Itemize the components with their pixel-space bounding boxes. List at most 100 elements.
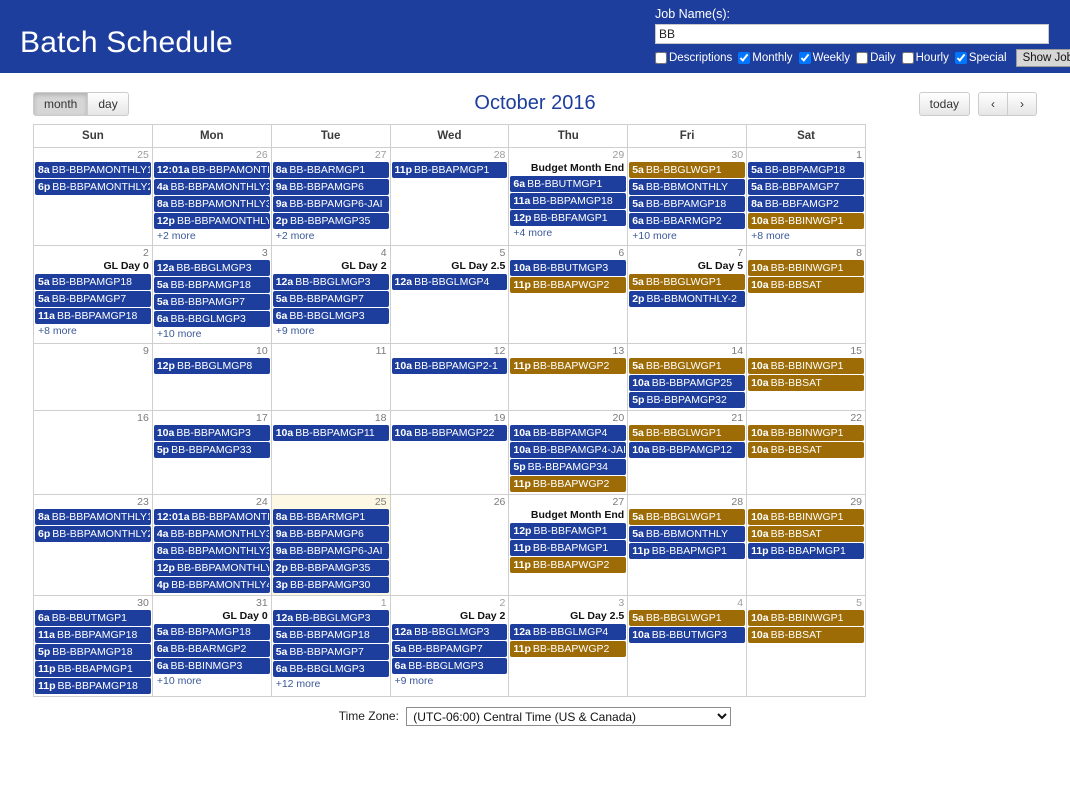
- calendar-event[interactable]: 10a BB-BBINWGP1: [748, 425, 864, 441]
- calendar-event[interactable]: 6a BB-BBGLMGP3: [272, 308, 389, 324]
- calendar-event[interactable]: 10a BB-BBSAT: [748, 526, 864, 542]
- day-cell-27[interactable]: 27 8a BB-BBARMGP1 9a BB-BBPAMGP6 9a BB-BBPAMGP…: [270, 147, 391, 246]
- more-events-link[interactable]: +2 more: [154, 230, 270, 244]
- today-button[interactable]: today: [918, 92, 970, 116]
- filter-checkbox-descriptions[interactable]: [655, 52, 667, 64]
- calendar-event[interactable]: 5a BB-BBPAMGP7: [748, 179, 864, 195]
- day-cell-12[interactable]: 12 10a BB-BBPAMGP2-1: [389, 343, 510, 411]
- more-events-link[interactable]: +8 more: [35, 325, 151, 339]
- day-cell-23[interactable]: 23 8a BB-BBPAMONTHLY1 6p BB-BBPAMONTHLY2: [33, 494, 153, 596]
- calendar-event[interactable]: 5a BB-BBPAMGP7: [272, 644, 389, 660]
- calendar-event[interactable]: 12p BB-BBFAMGP1: [510, 523, 627, 539]
- calendar-event[interactable]: 11p BB-BBAPWGP2: [510, 476, 627, 492]
- calendar-event[interactable]: 12a BB-BBGLMGP3: [272, 274, 389, 290]
- calendar-event[interactable]: 5a BB-BBPAMGP7: [35, 291, 151, 307]
- filter-checkbox-hourly[interactable]: [901, 52, 914, 64]
- calendar-event[interactable]: 5a BB-BBGLWGP1: [629, 162, 746, 178]
- calendar-event[interactable]: 11p BB-BBAPWGP2: [510, 557, 627, 573]
- calendar-event[interactable]: 4a BB-BBPAMONTHLY3: [153, 526, 270, 542]
- calendar-event[interactable]: 5p BB-BBPAMGP34: [510, 459, 627, 475]
- day-cell-9[interactable]: 9: [33, 343, 153, 411]
- day-cell-16[interactable]: 16: [33, 410, 153, 495]
- calendar-event[interactable]: 12:01aBB-BBPAMONTHLY: [153, 162, 270, 178]
- day-cell-19[interactable]: 19 10a BB-BBPAMGP22: [389, 410, 510, 495]
- calendar-event[interactable]: 10a BB-BBINWGP1: [748, 610, 864, 626]
- more-events-link[interactable]: +10 more: [154, 675, 270, 689]
- calendar-event[interactable]: 5p BB-BBPAMGP33: [153, 442, 270, 458]
- calendar-event[interactable]: 5a BB-BBPAMGP7: [153, 294, 270, 310]
- more-events-link[interactable]: +2 more: [273, 230, 389, 244]
- filter-monthly[interactable]: Monthly: [738, 52, 794, 64]
- day-cell-25[interactable]: 25 8a BB-BBPAMONTHLY1 6p BB-BBPAMONTHLY2: [33, 147, 153, 246]
- filter-special[interactable]: Special: [954, 52, 1009, 64]
- day-cell-22[interactable]: 22 10a BB-BBINWGP1 10a BB-BBSAT: [746, 410, 866, 495]
- calendar-event[interactable]: 12p BB-BBPAMONTHLY3: [153, 213, 270, 229]
- prev-month-button[interactable]: ‹: [978, 92, 1008, 116]
- day-cell-31[interactable]: 31 GL Day 0 5a BB-BBPAMGP18 6a BB-BBARMGP2 6a B…: [151, 595, 272, 697]
- more-events-link[interactable]: +10 more: [154, 328, 270, 342]
- calendar-event[interactable]: 5a BB-BBGLWGP1: [629, 509, 746, 525]
- day-cell-28[interactable]: 28 11p BB-BBAPMGP1: [389, 147, 510, 246]
- calendar-event[interactable]: 10a BB-BBINWGP1: [748, 358, 864, 374]
- calendar-event[interactable]: 11p BB-BBAPWGP2: [510, 641, 627, 657]
- calendar-event[interactable]: 9a BB-BBPAMGP6-JAI: [272, 543, 389, 559]
- calendar-event[interactable]: 6a BB-BBGLMGP3: [272, 661, 389, 677]
- calendar-event[interactable]: 5p BB-BBPAMGP32: [629, 392, 746, 408]
- more-events-link[interactable]: +8 more: [748, 230, 864, 244]
- filter-checkbox-daily[interactable]: [856, 52, 869, 64]
- calendar-event[interactable]: 5a BB-BBPAMGP18: [153, 624, 270, 640]
- calendar-event[interactable]: 6p BB-BBPAMONTHLY2: [35, 526, 151, 542]
- calendar-event[interactable]: 11a BB-BBPAMGP18: [35, 308, 151, 324]
- calendar-event[interactable]: 10a BB-BBPAMGP22: [391, 425, 508, 441]
- job-names-input[interactable]: [655, 24, 1049, 44]
- calendar-event[interactable]: 11p BB-BBAPMGP1: [510, 540, 627, 556]
- calendar-event[interactable]: 8a BB-BBPAMONTHLY3: [153, 543, 270, 559]
- day-cell-18[interactable]: 18 10a BB-BBPAMGP11: [270, 410, 391, 495]
- filter-daily[interactable]: Daily: [856, 52, 898, 64]
- calendar-event[interactable]: 10a BB-BBINWGP1: [748, 509, 864, 525]
- calendar-event[interactable]: 10a BB-BBPAMGP2-1: [391, 358, 508, 374]
- calendar-event[interactable]: 4p BB-BBPAMONTHLY4: [153, 577, 270, 593]
- calendar-event[interactable]: 9a BB-BBPAMGP6: [272, 179, 389, 195]
- calendar-event[interactable]: 4a BB-BBPAMONTHLY3: [153, 179, 270, 195]
- calendar-event[interactable]: 10a BB-BBPAMGP4: [510, 425, 627, 441]
- calendar-event[interactable]: 8a BB-BBPAMONTHLY1: [35, 162, 151, 178]
- day-cell-20[interactable]: 20 10a BB-BBPAMGP4 10a BB-BBPAMGP4-JAI 5p BB-B…: [508, 410, 629, 495]
- calendar-event[interactable]: 5a BB-BBGLWGP1: [629, 425, 746, 441]
- day-cell-11[interactable]: 11: [270, 343, 391, 411]
- day-cell-3[interactable]: 3 12a BB-BBGLMGP3 5a BB-BBPAMGP18 5a BB-BBPAMG…: [151, 245, 272, 344]
- day-cell-2[interactable]: 2 GL Day 0 5a BB-BBPAMGP18 5a BB-BBPAMGP7 11a B…: [33, 245, 153, 344]
- calendar-event[interactable]: 12:01aBB-BBPAMONTHLY: [153, 509, 270, 525]
- calendar-event[interactable]: 5p BB-BBPAMGP18: [35, 644, 151, 660]
- filter-checkbox-special[interactable]: [954, 52, 967, 64]
- calendar-event[interactable]: 5a BB-BBPAMGP7: [272, 291, 389, 307]
- day-cell-13[interactable]: 13 11p BB-BBAPWGP2: [508, 343, 629, 411]
- calendar-event[interactable]: 9a BB-BBPAMGP6: [272, 526, 389, 542]
- calendar-event[interactable]: 11p BB-BBPAMGP18: [35, 678, 151, 694]
- calendar-event[interactable]: 12p BB-BBGLMGP8: [153, 358, 270, 374]
- calendar-event[interactable]: 8a BB-BBARMGP1: [272, 509, 389, 525]
- calendar-event[interactable]: 10a BB-BBUTMGP3: [510, 260, 627, 276]
- day-cell-5[interactable]: 5 GL Day 2.5 12a BB-BBGLMGP4: [389, 245, 510, 344]
- day-cell-21[interactable]: 21 5a BB-BBGLWGP1 10a BB-BBPAMGP12: [627, 410, 748, 495]
- calendar-event[interactable]: 8a BB-BBPAMONTHLY1: [35, 509, 151, 525]
- show-jobs-button[interactable]: Show Jobs: [1015, 49, 1070, 67]
- calendar-event[interactable]: 5a BB-BBGLWGP1: [629, 274, 746, 290]
- calendar-event[interactable]: 11a BB-BBPAMGP18: [510, 193, 627, 209]
- calendar-event[interactable]: 5a BB-BBGLWGP1: [629, 610, 746, 626]
- calendar-event[interactable]: 10a BB-BBSAT: [748, 277, 864, 293]
- calendar-event[interactable]: 10a BB-BBSAT: [748, 375, 864, 391]
- calendar-event[interactable]: 11p BB-BBAPMGP1: [629, 543, 746, 559]
- calendar-event[interactable]: 10a BB-BBINWGP1: [748, 213, 864, 229]
- calendar-event[interactable]: 2p BB-BBMONTHLY-2: [629, 291, 746, 307]
- day-cell-15[interactable]: 15 10a BB-BBINWGP1 10a BB-BBSAT: [746, 343, 866, 411]
- day-cell-6[interactable]: 6 10a BB-BBUTMGP3 11p BB-BBAPWGP2: [508, 245, 629, 344]
- day-cell-24[interactable]: 2412:01aBB-BBPAMONTHLY4aBB-BBPAMONTHLY38…: [151, 494, 272, 596]
- filter-hourly[interactable]: Hourly: [901, 52, 951, 64]
- calendar-event[interactable]: 8a BB-BBFAMGP2: [748, 196, 864, 212]
- calendar-event[interactable]: 6a BB-BBGLMGP3: [391, 658, 508, 674]
- day-cell-4[interactable]: 4 GL Day 2 12a BB-BBGLMGP3 5a BB-BBPAMGP7 6a BB…: [270, 245, 391, 344]
- calendar-event[interactable]: 10a BB-BBSAT: [748, 627, 864, 643]
- timezone-select[interactable]: (UTC-06:00) Central Time (US & Canada): [406, 707, 732, 726]
- day-cell-2[interactable]: 2 GL Day 2 12a BB-BBGLMGP3 5a BB-BBPAMGP7 6a BB…: [389, 595, 510, 697]
